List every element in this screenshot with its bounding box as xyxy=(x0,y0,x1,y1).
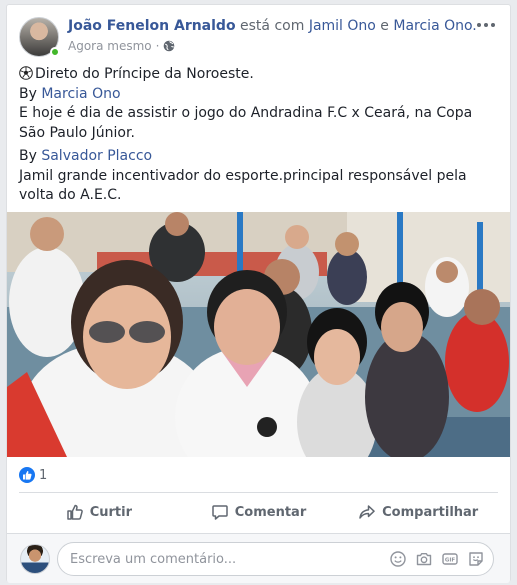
post-line-4: By Salvador Placco xyxy=(19,147,501,167)
by-prefix-2: By xyxy=(19,148,42,164)
stadium-selfie-image xyxy=(7,212,510,457)
post-meta: Agora mesmo · xyxy=(68,39,175,53)
divider xyxy=(19,492,498,493)
comment-composer: Escreva um comentário... GIF xyxy=(7,534,510,583)
like-label: Curtir xyxy=(89,504,132,520)
comment-button[interactable]: Comentar xyxy=(179,497,339,527)
meta-separator: · xyxy=(155,39,160,53)
with-text: está com xyxy=(235,18,309,34)
comment-label: Comentar xyxy=(234,504,307,520)
share-label: Compartilhar xyxy=(382,504,479,520)
sticker-icon[interactable] xyxy=(467,550,485,568)
post-line-3: E hoje é dia de assistir o jogo do Andra… xyxy=(19,105,473,141)
author-line: João Fenelon Arnaldo está com Jamil Ono … xyxy=(68,18,477,34)
reactions-summary[interactable]: 1 xyxy=(19,465,47,485)
author-name[interactable]: João Fenelon Arnaldo xyxy=(68,18,236,34)
online-status-icon xyxy=(50,47,60,57)
like-reaction-icon xyxy=(19,467,35,483)
comment-icon xyxy=(212,505,228,520)
post-line-2: By Marcia Ono xyxy=(19,85,501,105)
and-text: e xyxy=(375,18,394,34)
post-photo[interactable] xyxy=(7,212,510,457)
tagged-user-2[interactable]: Marcia Ono. xyxy=(393,18,476,34)
current-user-avatar[interactable] xyxy=(20,544,50,574)
globe-icon[interactable] xyxy=(163,40,175,52)
reaction-count[interactable]: 1 xyxy=(39,468,47,483)
post-actions: Curtir Comentar Compartilhar xyxy=(19,497,498,527)
svg-text:GIF: GIF xyxy=(445,558,456,564)
emoji-icon[interactable] xyxy=(389,550,407,568)
thumbs-up-icon xyxy=(66,504,83,520)
post-line-1-text: Direto do Príncipe da Noroeste. xyxy=(35,66,254,82)
mention-salvador-placco[interactable]: Salvador Placco xyxy=(41,148,152,164)
timestamp[interactable]: Agora mesmo xyxy=(68,39,152,53)
share-button[interactable]: Compartilhar xyxy=(338,497,498,527)
tagged-user-1[interactable]: Jamil Ono xyxy=(309,18,376,34)
gif-icon[interactable]: GIF xyxy=(441,550,459,568)
post-line-1: Direto do Príncipe da Noroeste. xyxy=(19,65,501,85)
camera-icon[interactable] xyxy=(415,550,433,568)
comment-placeholder: Escreva um comentário... xyxy=(70,551,237,567)
more-options-icon[interactable] xyxy=(474,15,498,35)
comment-input[interactable]: Escreva um comentário... GIF xyxy=(57,542,494,576)
by-prefix-1: By xyxy=(19,85,42,102)
post-text: Direto do Príncipe da Noroeste. By Marci… xyxy=(19,65,501,206)
share-icon xyxy=(359,505,375,519)
post-header: João Fenelon Arnaldo está com Jamil Ono … xyxy=(19,15,498,59)
soccer-ball-icon xyxy=(19,66,33,80)
like-button[interactable]: Curtir xyxy=(19,497,179,527)
mention-marcia-ono[interactable]: Marcia Ono xyxy=(41,86,120,102)
post-line-5: Jamil grande incentivador do esporte.pri… xyxy=(19,167,467,204)
post-card: João Fenelon Arnaldo está com Jamil Ono … xyxy=(6,4,511,583)
comment-tools: GIF xyxy=(389,550,493,568)
